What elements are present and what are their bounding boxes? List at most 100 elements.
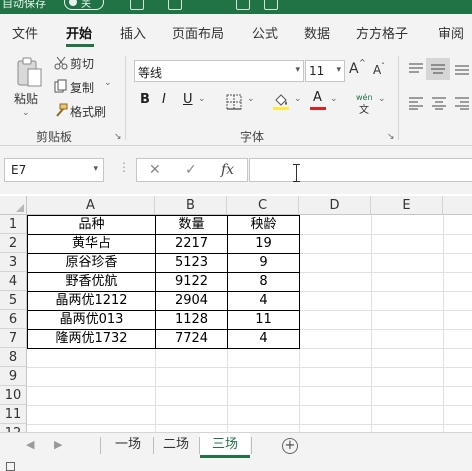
tab-page-layout[interactable]: 页面布局 [172,23,224,42]
tab-file[interactable]: 文件 [12,23,38,42]
tab-fangfang[interactable]: 方方格子 [356,23,408,42]
italic-button[interactable]: I [162,92,166,107]
align-center-icon[interactable] [431,96,447,110]
row-header[interactable]: 11 [0,405,27,424]
row-header[interactable]: 4 [0,272,27,291]
column-header-c[interactable]: C [227,196,299,215]
grid-line [27,424,472,425]
redo-icon[interactable] [236,0,250,10]
name-box[interactable]: E7 ▾ [4,158,104,182]
cell-a5[interactable]: 晶两优1212 [28,291,155,310]
cell-b4[interactable]: 9122 [156,272,227,291]
cell-b1[interactable]: 数量 [156,215,227,234]
clipboard-group-label: 剪贴板 [36,130,73,144]
tab-insert[interactable]: 插入 [120,23,146,42]
borders-dropdown-icon[interactable]: ⌄ [247,94,255,104]
cell-c6[interactable]: 11 [228,310,299,329]
cell-b3[interactable]: 5123 [156,253,227,272]
bold-button[interactable]: B [140,92,150,107]
row-header[interactable]: 8 [0,348,27,367]
cell-c1[interactable]: 秧龄 [228,215,299,234]
cell-b7[interactable]: 7724 [156,329,227,348]
select-all-button[interactable] [0,196,27,215]
font-launcher-icon[interactable]: ↘ [387,132,395,142]
add-sheet-button[interactable]: + [282,438,298,454]
align-middle-button[interactable] [426,58,450,80]
column-header-f[interactable] [443,196,472,215]
cell-c5[interactable]: 4 [228,291,299,310]
spreadsheet-grid[interactable]: A B C D E 1 2 3 4 5 6 7 8 9 10 11 12 品种 … [0,196,472,432]
row-header[interactable]: 7 [0,329,27,348]
cell-b2[interactable]: 2217 [156,234,227,253]
cell-a4[interactable]: 野香优航 [28,272,155,291]
cut-button[interactable]: 剪切 [70,55,94,72]
phonetic-dropdown-icon[interactable]: ⌄ [378,94,386,104]
tab-review[interactable]: 审阅 [438,23,464,42]
sheet-tab-2[interactable]: 二场 [154,433,198,458]
cell-c7[interactable]: 4 [228,329,299,348]
cell-b5[interactable]: 2904 [156,291,227,310]
phonetic-button[interactable]: 文 [359,101,369,116]
row-header[interactable]: 1 [0,215,27,234]
copy-button[interactable]: 复制 [70,79,94,96]
cell-a2[interactable]: 黄华占 [28,234,155,253]
decrease-font-button[interactable]: A [373,63,381,77]
align-bottom-icon[interactable] [454,62,470,76]
font-family-select[interactable]: 等线 ▾ [134,60,304,82]
align-left-icon[interactable] [408,96,424,110]
underline-button[interactable]: U [183,92,193,107]
row-header[interactable]: 10 [0,386,27,405]
format-painter-button[interactable]: 格式刷 [70,103,106,120]
column-header-e[interactable]: E [371,196,443,215]
cell-c2[interactable]: 19 [228,234,299,253]
autosave-toggle[interactable]: 关 [64,0,104,10]
column-header-a[interactable]: A [27,196,155,215]
cell-a3[interactable]: 原谷珍香 [28,253,155,272]
column-header-d[interactable]: D [299,196,371,215]
formula-controls: ✕ ✓ fx [136,158,248,182]
enter-icon[interactable]: ✓ [185,162,197,178]
cell-b6[interactable]: 1128 [156,310,227,329]
undo-icon[interactable] [168,0,182,10]
increase-font-button[interactable]: A [349,61,359,77]
tab-formulas[interactable]: 公式 [252,23,278,42]
align-right-icon[interactable] [454,96,470,110]
borders-icon[interactable] [226,94,242,110]
row-header[interactable]: 9 [0,367,27,386]
cell-a7[interactable]: 隆两优1732 [28,329,155,348]
cell-c3[interactable]: 9 [228,253,299,272]
row-header[interactable]: 3 [0,253,27,272]
fill-color-icon[interactable] [272,92,290,110]
save-icon[interactable] [130,0,144,10]
cell-a6[interactable]: 晶两优013 [28,310,155,329]
row-header[interactable]: 5 [0,291,27,310]
paste-dropdown-icon[interactable]: ⌄ [22,108,30,118]
tab-data[interactable]: 数据 [304,23,330,42]
grid-line [27,405,472,406]
row-header[interactable]: 2 [0,234,27,253]
column-header-b[interactable]: B [155,196,227,215]
font-color-dropdown-icon[interactable]: ⌄ [330,94,338,104]
clipboard-launcher-icon[interactable]: ↘ [114,132,122,142]
cancel-icon[interactable]: ✕ [149,162,161,178]
customize-qat-icon[interactable] [264,0,278,10]
copy-dropdown-icon[interactable]: ⌄ [104,78,112,88]
sheet-tab-1[interactable]: 一场 [104,433,152,458]
paste-icon[interactable] [14,56,44,88]
insert-function-icon[interactable]: fx [221,162,234,178]
prev-sheet-icon[interactable]: ◀ [26,438,34,451]
cell-c4[interactable]: 8 [228,272,299,291]
cell-a1[interactable]: 品种 [28,215,155,234]
fill-color-dropdown-icon[interactable]: ⌄ [294,94,302,104]
underline-dropdown-icon[interactable]: ⌄ [198,94,206,104]
sheet-tab-3[interactable]: 三场 [200,433,250,458]
formula-input[interactable] [249,158,472,182]
font-color-button[interactable]: A [313,90,322,105]
row-header[interactable]: 6 [0,310,27,329]
align-top-icon[interactable] [408,62,424,76]
font-size-select[interactable]: 11 ▾ [305,60,345,82]
paste-button[interactable]: 粘贴 [14,90,38,107]
row-header[interactable]: 12 [0,424,27,432]
tab-home[interactable]: 开始 [66,23,92,42]
next-sheet-icon[interactable]: ▶ [54,438,62,451]
